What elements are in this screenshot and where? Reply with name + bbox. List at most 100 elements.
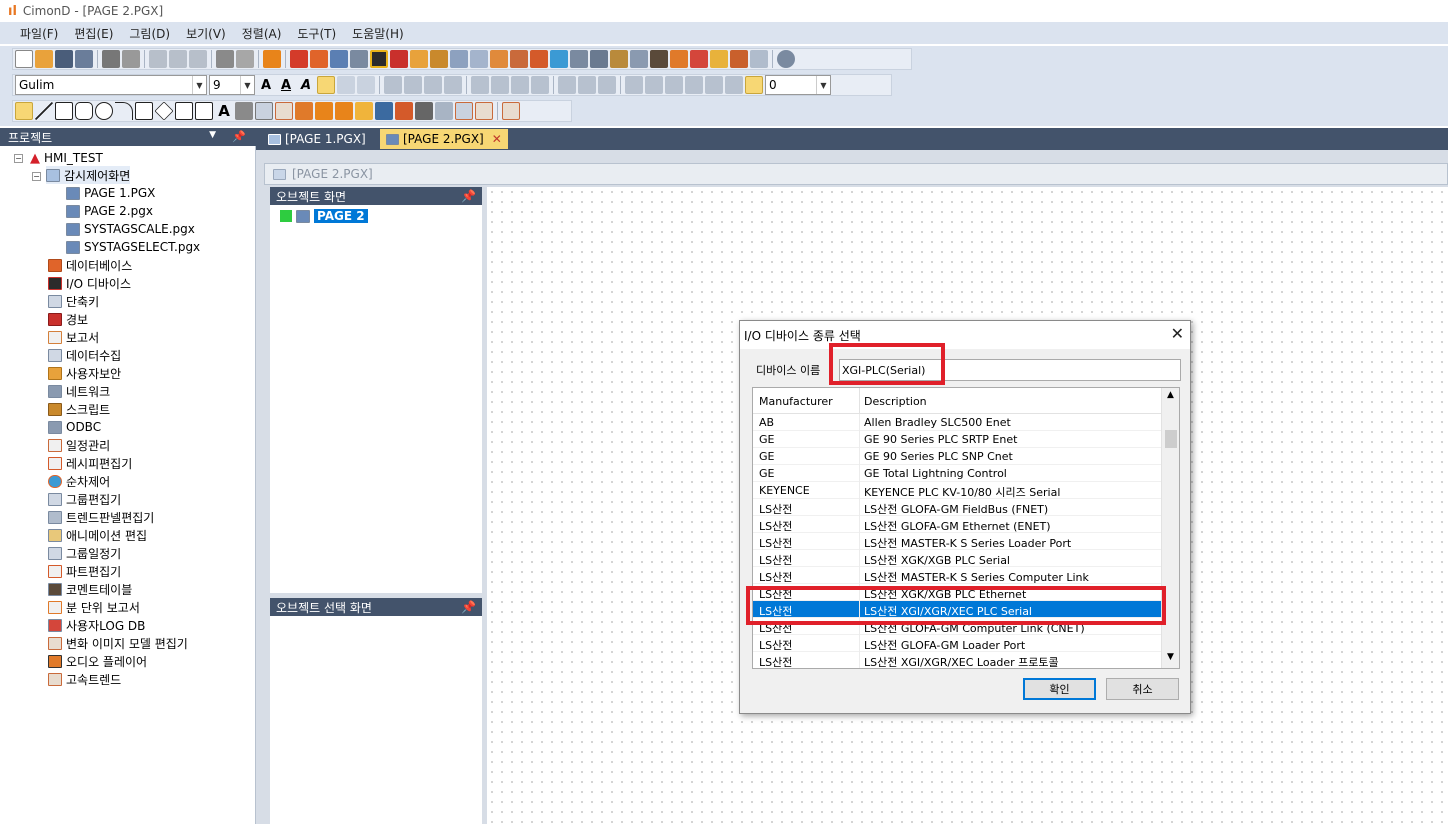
scroll-up-icon[interactable]: ▲ [1162, 390, 1179, 404]
new-file-icon[interactable] [15, 50, 33, 68]
comment-table-icon[interactable] [650, 50, 668, 68]
rounded-rect-tool-icon[interactable] [75, 102, 93, 120]
replace-icon[interactable] [236, 50, 254, 68]
db-object-icon[interactable] [415, 102, 433, 120]
list-row-selected[interactable]: LS산전 LS산전 XGI/XGR/XEC PLC Serial [753, 601, 1161, 618]
list-row[interactable]: GE GE 90 Series PLC SRTP Enet [753, 431, 1161, 448]
pin-icon[interactable]: 📌 [461, 189, 476, 203]
menu-draw[interactable]: 그림(D) [121, 25, 178, 42]
flip-horizontal-icon[interactable] [665, 76, 683, 94]
tab-page-1[interactable]: [PAGE 1.PGX] [262, 129, 372, 149]
send-back-icon[interactable] [444, 76, 462, 94]
tab-page-2[interactable]: [PAGE 2.PGX] ✕ [380, 129, 508, 149]
align-center-icon[interactable] [337, 76, 355, 94]
database-icon[interactable] [310, 50, 328, 68]
list-row[interactable]: GE GE 90 Series PLC SNP Cnet [753, 448, 1161, 465]
same-height-icon[interactable] [578, 76, 596, 94]
report-icon[interactable] [450, 50, 468, 68]
rotate-icon[interactable] [705, 76, 723, 94]
tree-item-report[interactable]: 보고서 [48, 328, 99, 346]
tree-item-group-schedule[interactable]: 그룹일정기 [48, 544, 121, 562]
menu-align[interactable]: 정렬(A) [234, 25, 290, 42]
image-object-icon[interactable] [475, 102, 493, 120]
object-tree-page[interactable]: PAGE 2 [280, 207, 368, 225]
chevron-down-icon[interactable]: ▼ [816, 76, 830, 94]
menu-edit[interactable]: 편집(E) [66, 25, 121, 42]
sequence-icon[interactable] [550, 50, 568, 68]
tree-item-shortcut[interactable]: 단축키 [48, 292, 99, 310]
close-icon[interactable]: ✕ [1171, 324, 1184, 343]
save-all-icon[interactable] [75, 50, 93, 68]
menu-file[interactable]: 파일(F) [12, 25, 66, 42]
cut-icon[interactable] [149, 50, 167, 68]
same-size-icon[interactable] [598, 76, 616, 94]
monitor-icon[interactable] [330, 50, 348, 68]
shortcut-icon[interactable] [490, 50, 508, 68]
flip-vertical-icon[interactable] [685, 76, 703, 94]
copy-icon[interactable] [169, 50, 187, 68]
space-vertical-icon[interactable] [645, 76, 663, 94]
chart-object-icon[interactable] [455, 102, 473, 120]
dropdown-icon[interactable]: ▼ [209, 130, 216, 140]
ungroup-icon[interactable] [404, 76, 422, 94]
bitmap-tool-icon[interactable] [295, 102, 313, 120]
list-scrollbar[interactable]: ▲ ▼ [1161, 388, 1179, 668]
compile-icon[interactable] [290, 50, 308, 68]
tree-page[interactable]: SYSTAGSCALE.pgx [66, 220, 195, 238]
rectangle-tool-icon[interactable] [55, 102, 73, 120]
tree-page[interactable]: SYSTAGSELECT.pgx [66, 238, 200, 256]
bring-front-icon[interactable] [424, 76, 442, 94]
image-model-icon[interactable] [710, 50, 728, 68]
collapse-icon[interactable]: − [14, 154, 23, 163]
tree-item-odbc[interactable]: ODBC [48, 418, 101, 436]
resize-icon[interactable] [725, 76, 743, 94]
tree-item-database[interactable]: 데이터베이스 [48, 256, 132, 274]
column-header-description[interactable]: Description [864, 395, 927, 408]
pin-icon[interactable]: 📌 [461, 600, 476, 614]
tree-item-data-collect[interactable]: 데이터수집 [48, 346, 121, 364]
user-security-icon[interactable] [410, 50, 428, 68]
save-icon[interactable] [55, 50, 73, 68]
group-schedule-icon[interactable] [630, 50, 648, 68]
fast-trend-icon[interactable] [750, 50, 768, 68]
data-collect-icon[interactable] [470, 50, 488, 68]
print-icon[interactable] [102, 50, 120, 68]
list-row[interactable]: GE GE Total Lightning Control [753, 465, 1161, 482]
print-preview-icon[interactable] [122, 50, 140, 68]
pin-icon[interactable]: 📌 [232, 130, 246, 143]
animation-icon[interactable] [610, 50, 628, 68]
menu-view[interactable]: 보기(V) [178, 25, 234, 42]
space-horizontal-icon[interactable] [625, 76, 643, 94]
list-row[interactable]: LS산전 LS산전 MASTER-K S Series Computer Link [753, 567, 1161, 584]
schedule-icon[interactable] [510, 50, 528, 68]
tree-root[interactable]: ▲ HMI_TEST [30, 149, 103, 167]
tree-item-part-edit[interactable]: 파트편집기 [48, 562, 121, 580]
tree-item-recipe[interactable]: 레시피편집기 [48, 454, 132, 472]
bold-icon[interactable]: A [257, 78, 275, 93]
minute-report-icon[interactable] [670, 50, 688, 68]
font-name-combo[interactable]: Gulim ▼ [15, 75, 207, 95]
paste-icon[interactable] [189, 50, 207, 68]
menu-tools[interactable]: 도구(T) [289, 25, 344, 42]
chevron-down-icon[interactable]: ▼ [192, 76, 206, 94]
tree-item-io-device[interactable]: I/O 디바이스 [48, 274, 131, 292]
script-icon[interactable] [430, 50, 448, 68]
tree-item-schedule[interactable]: 일정관리 [48, 436, 110, 454]
list-row[interactable]: LS산전 LS산전 XGI/XGR/XEC Loader 프로토콜 [753, 652, 1161, 668]
audio-player-icon[interactable] [730, 50, 748, 68]
ok-button[interactable]: 확인 [1023, 678, 1096, 700]
web-tool-icon[interactable] [315, 102, 333, 120]
tree-page[interactable]: PAGE 2.pgx [66, 202, 153, 220]
list-row[interactable]: LS산전 LS산전 MASTER-K S Series Loader Port [753, 533, 1161, 550]
alarm-icon[interactable] [390, 50, 408, 68]
report-object-icon[interactable] [435, 102, 453, 120]
list-row[interactable]: LS산전 LS산전 XGK/XGB PLC Ethernet [753, 584, 1161, 601]
tree-item-network[interactable]: 네트워크 [48, 382, 110, 400]
list-row[interactable]: KEYENCE KEYENCE PLC KV-10/80 시리즈 Serial [753, 482, 1161, 499]
tag-text-icon[interactable] [235, 102, 253, 120]
tree-item-group-edit[interactable]: 그룹편집기 [48, 490, 121, 508]
text-tool-icon[interactable]: A [215, 102, 233, 120]
help-icon[interactable] [777, 50, 795, 68]
video-tool-icon[interactable] [375, 102, 393, 120]
polygon-tool-icon[interactable] [154, 101, 174, 121]
